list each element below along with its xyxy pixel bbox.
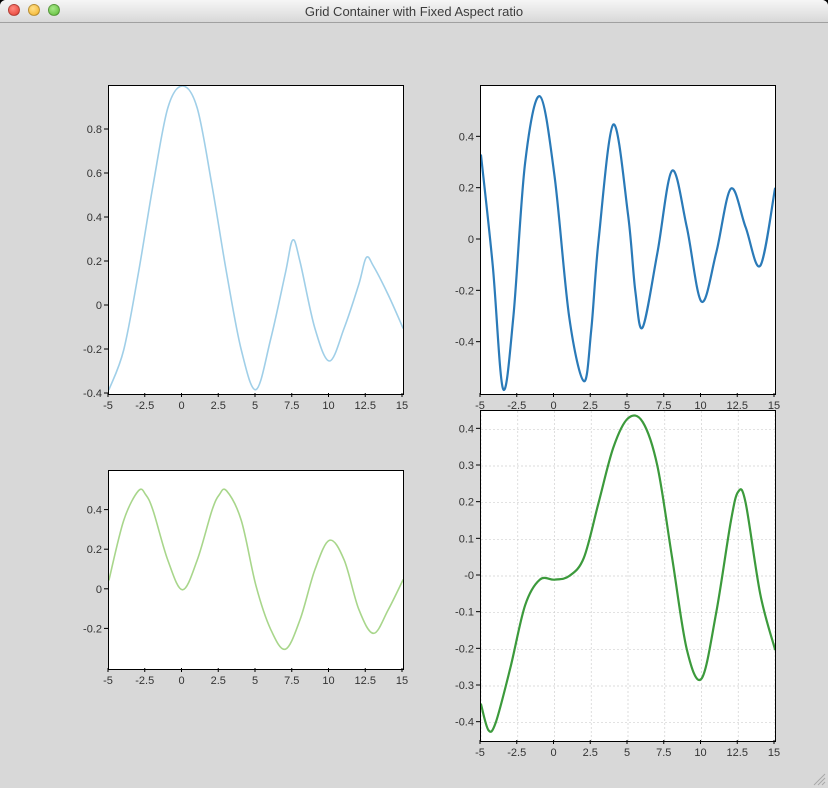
- plot-1-svg: [481, 86, 775, 394]
- svg-text:-2.5: -2.5: [507, 747, 526, 759]
- svg-text:-0.4: -0.4: [83, 388, 102, 400]
- svg-text:15: 15: [396, 400, 408, 412]
- svg-text:7.5: 7.5: [284, 675, 299, 687]
- svg-text:-5: -5: [475, 747, 485, 759]
- plot-2-svg: [109, 471, 403, 669]
- svg-text:15: 15: [396, 675, 408, 687]
- window-controls: [8, 4, 60, 16]
- svg-text:0.1: 0.1: [459, 533, 474, 545]
- plot-3-svg: [481, 411, 775, 741]
- svg-text:0.4: 0.4: [459, 131, 474, 143]
- svg-text:5: 5: [624, 747, 630, 759]
- svg-text:2.5: 2.5: [583, 747, 598, 759]
- svg-text:0.8: 0.8: [87, 124, 102, 136]
- svg-text:0.3: 0.3: [459, 460, 474, 472]
- svg-text:-0.2: -0.2: [83, 623, 102, 635]
- svg-text:12.5: 12.5: [727, 747, 748, 759]
- svg-text:10: 10: [694, 747, 706, 759]
- plot-0-svg: [109, 86, 403, 394]
- svg-text:0.2: 0.2: [459, 183, 474, 195]
- svg-text:7.5: 7.5: [656, 747, 671, 759]
- svg-text:0: 0: [178, 675, 184, 687]
- svg-text:0.6: 0.6: [87, 168, 102, 180]
- svg-text:-0.1: -0.1: [455, 607, 474, 619]
- minimize-icon[interactable]: [28, 4, 40, 16]
- resize-grip-icon[interactable]: [812, 772, 826, 786]
- svg-text:-5: -5: [103, 675, 113, 687]
- svg-text:10: 10: [322, 675, 334, 687]
- svg-text:0: 0: [96, 584, 102, 596]
- plot-1: [480, 85, 776, 395]
- svg-text:-2.5: -2.5: [135, 675, 154, 687]
- svg-text:10: 10: [322, 400, 334, 412]
- svg-text:0.2: 0.2: [87, 256, 102, 268]
- svg-text:0.4: 0.4: [87, 212, 102, 224]
- svg-text:15: 15: [768, 747, 780, 759]
- plot-2: [108, 470, 404, 670]
- svg-text:0: 0: [468, 234, 474, 246]
- plot-0: [108, 85, 404, 395]
- svg-text:2.5: 2.5: [211, 400, 226, 412]
- svg-text:0.4: 0.4: [459, 423, 474, 435]
- svg-text:-0.4: -0.4: [455, 717, 474, 729]
- svg-text:12.5: 12.5: [355, 400, 376, 412]
- svg-text:-0.2: -0.2: [83, 344, 102, 356]
- svg-text:-0.2: -0.2: [455, 643, 474, 655]
- svg-text:0.2: 0.2: [459, 497, 474, 509]
- svg-text:0.2: 0.2: [87, 544, 102, 556]
- close-icon[interactable]: [8, 4, 20, 16]
- svg-text:0.4: 0.4: [87, 505, 102, 517]
- plot-3: [480, 410, 776, 742]
- svg-text:-0.3: -0.3: [455, 680, 474, 692]
- svg-text:-0.4: -0.4: [455, 337, 474, 349]
- svg-text:0: 0: [96, 300, 102, 312]
- svg-text:-5: -5: [103, 400, 113, 412]
- svg-text:-0.2: -0.2: [455, 285, 474, 297]
- svg-text:5: 5: [252, 675, 258, 687]
- svg-text:7.5: 7.5: [284, 400, 299, 412]
- titlebar[interactable]: Grid Container with Fixed Aspect ratio: [0, 0, 828, 23]
- svg-text:0: 0: [178, 400, 184, 412]
- window-title: Grid Container with Fixed Aspect ratio: [305, 4, 523, 19]
- plot-container: -0.4 -0.2 0 0.2 0.4 0.6 0.8 -5 -2.5 0 2.5 5 7.5 10 12.…: [0, 23, 828, 788]
- svg-text:12.5: 12.5: [355, 675, 376, 687]
- svg-text:5: 5: [252, 400, 258, 412]
- app-window: Grid Container with Fixed Aspect ratio -…: [0, 0, 828, 788]
- svg-text:0: 0: [550, 747, 556, 759]
- svg-text:-0: -0: [464, 570, 474, 582]
- svg-text:2.5: 2.5: [211, 675, 226, 687]
- svg-text:-2.5: -2.5: [135, 400, 154, 412]
- zoom-icon[interactable]: [48, 4, 60, 16]
